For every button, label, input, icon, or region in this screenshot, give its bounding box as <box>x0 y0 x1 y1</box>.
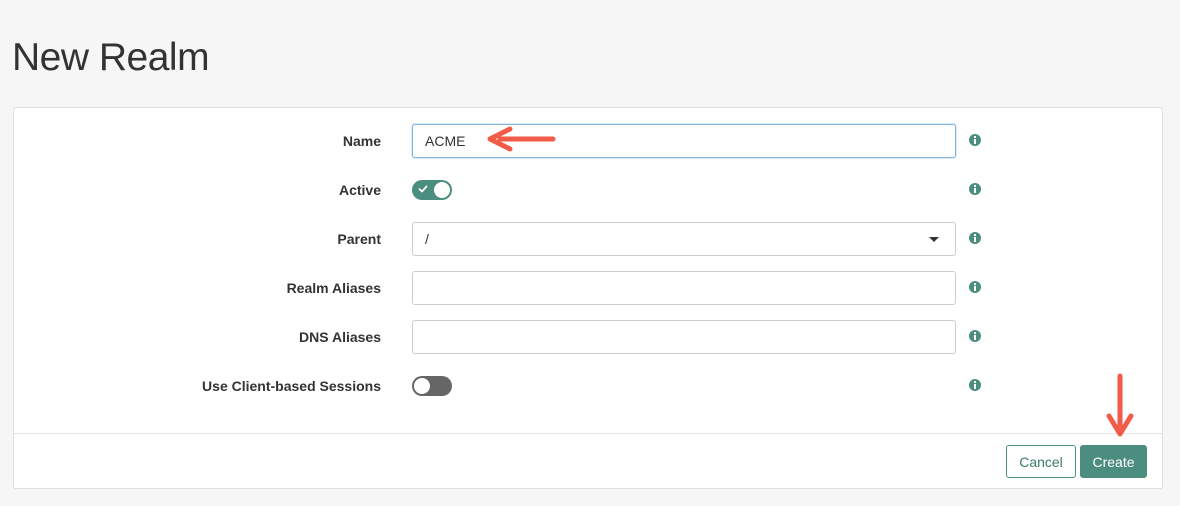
toggle-knob <box>414 378 430 394</box>
active-label: Active <box>338 182 381 198</box>
caret-down-icon <box>929 237 939 242</box>
active-row: Active <box>14 173 1162 207</box>
client-sessions-row: Use Client-based Sessions <box>14 369 1162 403</box>
form-footer: Cancel Create <box>14 433 1162 489</box>
parent-label: Parent <box>337 231 381 247</box>
parent-selected-value: / <box>425 231 429 247</box>
name-label: Name <box>342 133 381 149</box>
info-icon[interactable] <box>969 379 981 391</box>
dns-aliases-input[interactable] <box>412 320 956 354</box>
realm-aliases-row: Realm Aliases <box>14 271 1162 305</box>
client-sessions-toggle[interactable] <box>412 376 452 396</box>
parent-select[interactable]: / <box>412 222 956 256</box>
info-icon[interactable] <box>969 330 981 342</box>
cancel-button[interactable]: Cancel <box>1006 445 1076 478</box>
realm-aliases-input[interactable] <box>412 271 956 305</box>
page-title: New Realm <box>12 36 210 79</box>
client-sessions-label: Use Client-based Sessions <box>202 378 381 394</box>
info-icon[interactable] <box>969 183 981 195</box>
realm-aliases-label: Realm Aliases <box>286 280 381 296</box>
arrow-icon <box>1106 373 1134 437</box>
dns-aliases-row: DNS Aliases <box>14 320 1162 354</box>
name-row: Name <box>14 124 1162 158</box>
info-icon[interactable] <box>969 281 981 293</box>
toggle-knob <box>434 182 450 198</box>
info-icon[interactable] <box>969 134 981 146</box>
active-toggle[interactable] <box>412 180 452 200</box>
info-icon[interactable] <box>969 232 981 244</box>
realm-form-card: Name Active Parent / Realm Aliases DNS A… <box>13 107 1163 489</box>
arrow-icon <box>487 126 556 152</box>
create-button[interactable]: Create <box>1080 445 1147 478</box>
dns-aliases-label: DNS Aliases <box>299 329 381 345</box>
parent-row: Parent / <box>14 222 1162 256</box>
check-icon <box>418 185 428 193</box>
